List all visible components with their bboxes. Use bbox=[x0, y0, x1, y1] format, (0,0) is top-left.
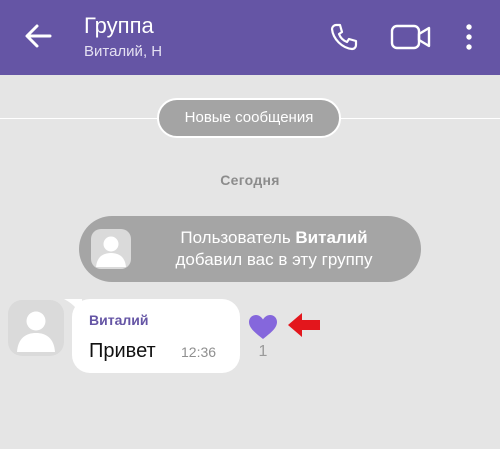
system-message-username: Виталий bbox=[295, 228, 368, 247]
chat-title[interactable]: Группа bbox=[84, 13, 154, 39]
system-message-prefix: Пользователь bbox=[180, 228, 296, 247]
message-bubble[interactable]: Виталий Привет 12:36 bbox=[72, 299, 240, 373]
message-text: Привет bbox=[89, 340, 156, 362]
chat-participants[interactable]: Виталий, Н bbox=[84, 43, 162, 61]
system-notification: Пользователь Виталий добавил вас в эту г… bbox=[79, 216, 421, 282]
phone-icon[interactable] bbox=[328, 21, 360, 53]
red-arrow-icon bbox=[288, 313, 320, 337]
avatar[interactable] bbox=[8, 300, 64, 356]
system-message-line2: добавил вас в эту группу bbox=[175, 250, 373, 269]
like-count: 1 bbox=[258, 343, 268, 360]
more-vertical-icon[interactable] bbox=[460, 22, 478, 52]
video-camera-icon[interactable] bbox=[389, 21, 433, 53]
heart-like-icon[interactable] bbox=[248, 314, 278, 340]
message-sender: Виталий bbox=[89, 312, 149, 328]
user-placeholder-icon bbox=[91, 229, 131, 269]
app-bar: Группа Виталий, Н bbox=[0, 0, 500, 75]
new-messages-badge: Новые сообщения bbox=[157, 98, 341, 138]
back-arrow-icon[interactable] bbox=[24, 22, 52, 50]
system-message-text: Пользователь Виталий добавил вас в эту г… bbox=[143, 227, 405, 271]
message-timestamp: 12:36 bbox=[181, 344, 217, 360]
date-separator: Сегодня bbox=[220, 172, 280, 188]
